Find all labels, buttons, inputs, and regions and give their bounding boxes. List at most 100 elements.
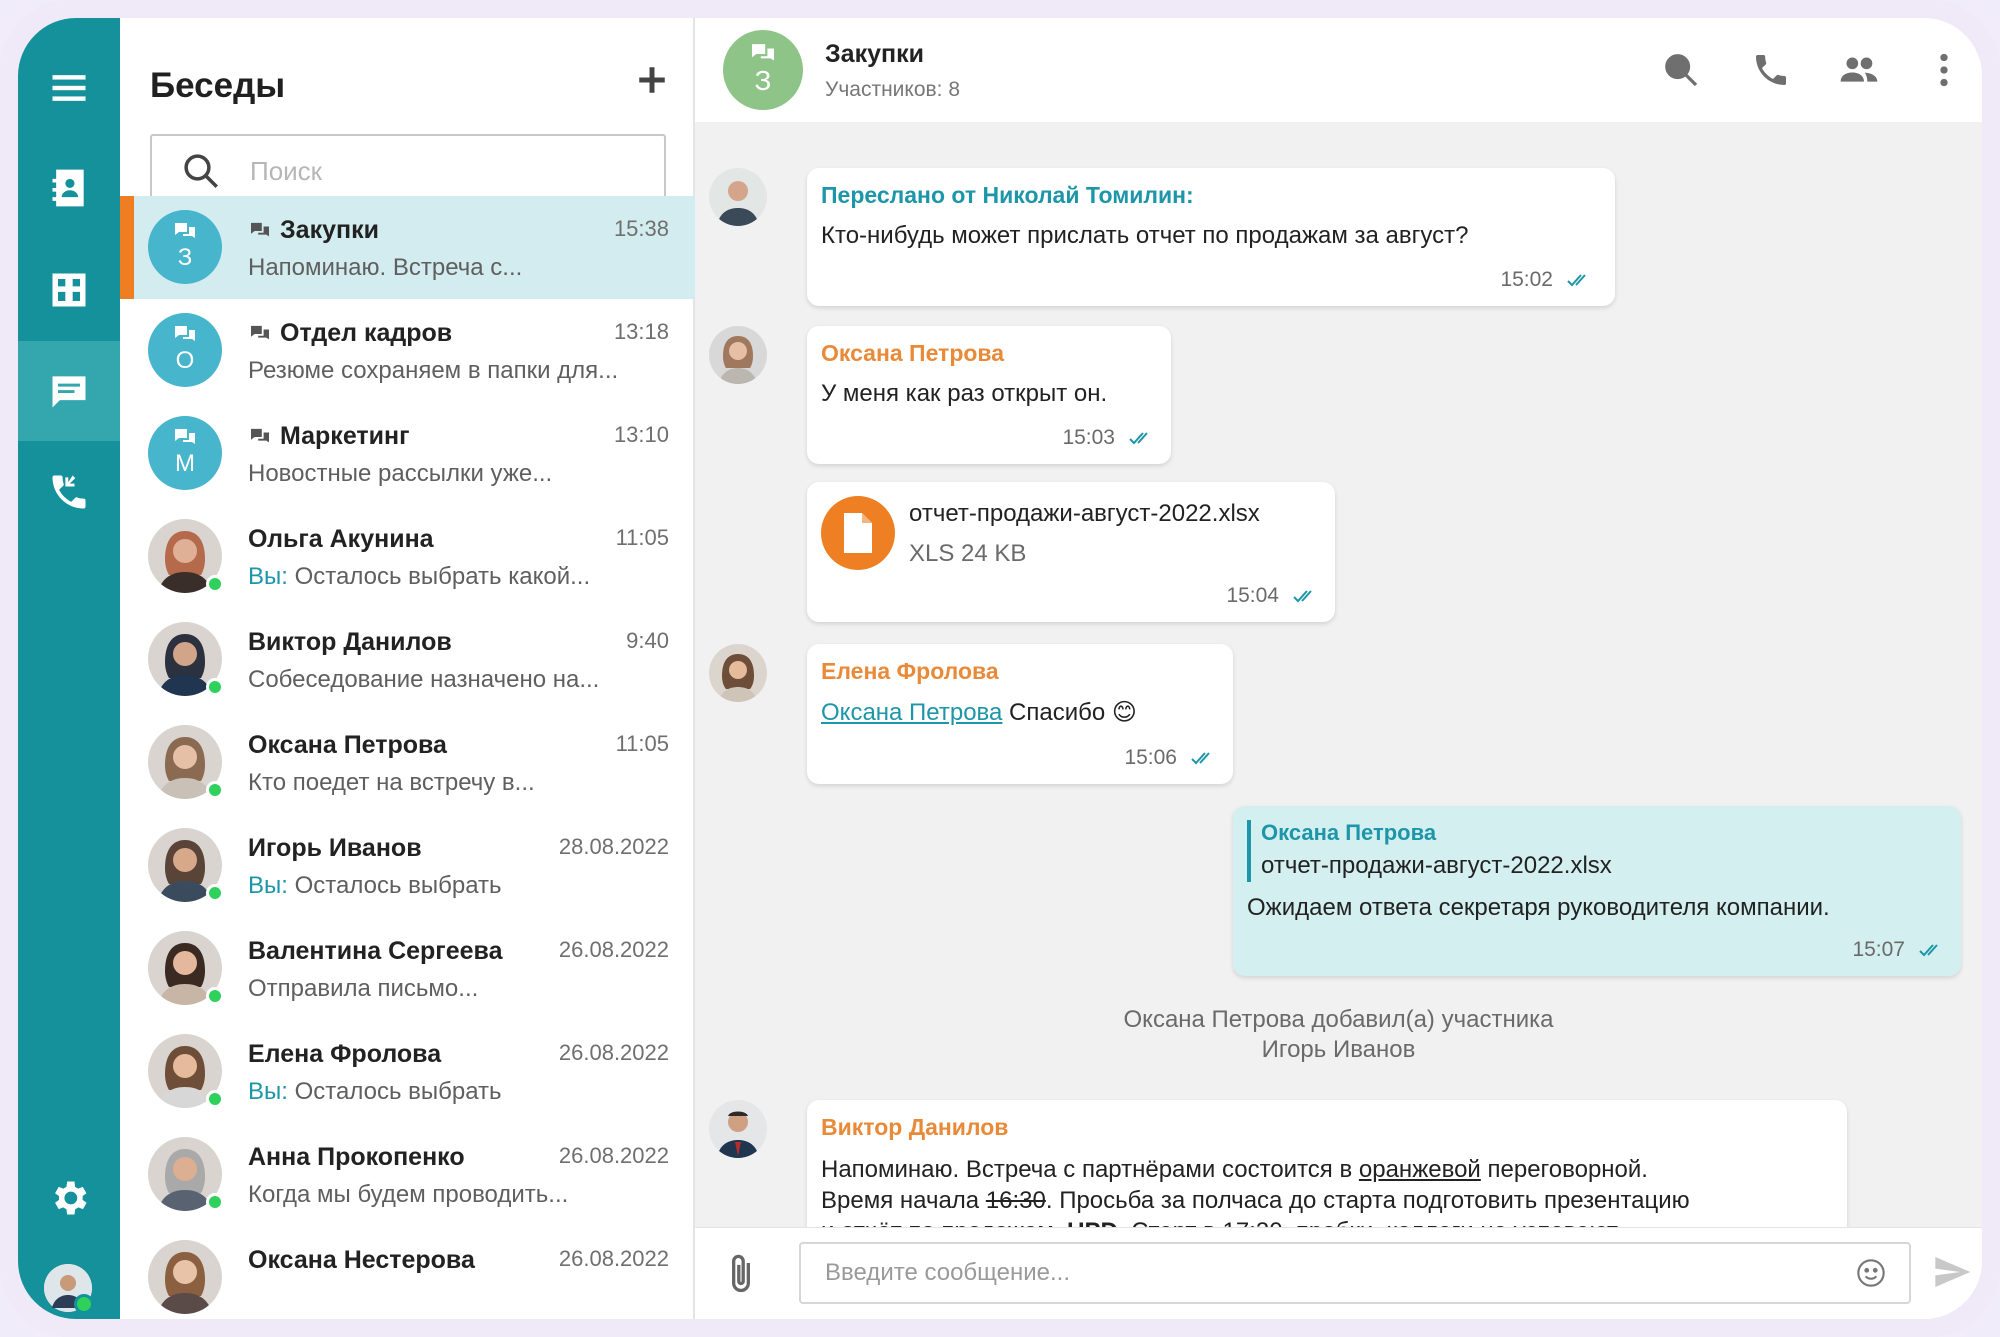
- conversation-time: 15:38: [613, 216, 669, 241]
- message-bubble[interactable]: Елена Фролова Оксана Петрова Спасибо 😊 1…: [807, 644, 1233, 784]
- conversation-time: 28.08.2022: [558, 834, 669, 859]
- conversation-item[interactable]: З Закупки 15:38 Напоминаю. Встреча с...: [120, 196, 695, 299]
- sender-avatar[interactable]: [709, 326, 767, 384]
- send-button[interactable]: [1931, 1252, 1975, 1296]
- calls-button[interactable]: [18, 442, 120, 542]
- message-input[interactable]: [801, 1259, 1855, 1287]
- conversation-name-text: Ольга Акунина: [248, 525, 434, 553]
- file-name[interactable]: отчет-продажи-август-2022.xlsx: [909, 500, 1260, 528]
- app-screen: Беседы З Закупки 15:38 Напоминаю. Встреча с…: [18, 18, 1982, 1319]
- conversation-name: Оксана Петрова: [248, 731, 447, 760]
- conversation-item[interactable]: Игорь Иванов 28.08.2022 Вы: Осталось выбра…: [120, 814, 695, 917]
- avatar-photo-icon: [709, 168, 767, 226]
- menu-button[interactable]: [18, 38, 120, 138]
- people-icon: [1840, 57, 1878, 82]
- quoted-text[interactable]: отчет-продажи-август-2022.xlsx: [1261, 852, 1612, 880]
- you-prefix: Вы:: [248, 872, 288, 899]
- group-initial: О: [175, 347, 195, 374]
- message-time: 15:02: [1500, 268, 1593, 292]
- mention-link[interactable]: Оксана Петрова: [821, 699, 1002, 726]
- message-text: Ожидаем ответа секретаря руководителя ко…: [1247, 894, 1830, 921]
- paperclip-icon: [732, 1254, 750, 1293]
- group-avatar: О: [148, 313, 222, 387]
- my-profile-avatar[interactable]: [44, 1264, 94, 1314]
- search-input[interactable]: [250, 155, 650, 187]
- conversation-item[interactable]: Елена Фролова 26.08.2022 Вы: Осталось выбр…: [120, 1020, 695, 1123]
- sender-name: Виктор Данилов: [821, 1114, 1009, 1140]
- structure-button[interactable]: [18, 240, 120, 340]
- participants-button[interactable]: [1833, 44, 1885, 96]
- chat-search-button[interactable]: [1655, 44, 1707, 96]
- more-options-button[interactable]: [1918, 44, 1970, 96]
- message-text-line: Напоминаю. Встреча с партнёрами состоитс…: [821, 1156, 1648, 1184]
- group-chat-icon: [752, 44, 774, 61]
- double-check-icon: [1293, 590, 1312, 603]
- conversation-time: 9:40: [626, 628, 669, 653]
- double-check-icon: [1567, 274, 1586, 287]
- message-text: У меня как раз открыт он.: [821, 380, 1108, 407]
- contact-avatar: [148, 1240, 222, 1314]
- file-message-bubble[interactable]: отчет-продажи-август-2022.xlsx XLS 24 KB…: [807, 482, 1335, 622]
- double-check-icon: [1191, 752, 1210, 765]
- conversation-item[interactable]: Валентина Сергеева 26.08.2022 Отправила пи…: [120, 917, 695, 1020]
- conversation-item[interactable]: Оксана Нестерова 26.08.2022: [120, 1226, 695, 1319]
- message-bubble[interactable]: Оксана Петрова У меня как раз открыт он.…: [807, 326, 1171, 464]
- group-chat-icon: [175, 429, 195, 444]
- message-time: 15:07: [1852, 938, 1945, 962]
- conversation-name-text: Игорь Иванов: [248, 834, 422, 862]
- conversation-name: Ольга Акунина: [248, 525, 434, 554]
- conversation-preview: Резюме сохраняем в папки для...: [248, 357, 668, 385]
- message-time-text: 15:02: [1500, 268, 1553, 291]
- conversation-name: Отдел кадров: [248, 319, 452, 348]
- settings-button[interactable]: [18, 1148, 120, 1248]
- group-initial: З: [177, 244, 193, 271]
- conversation-time: 11:05: [615, 525, 669, 550]
- new-conversation-button[interactable]: [628, 56, 676, 104]
- group-chat-icon: [251, 428, 269, 442]
- conversation-name-text: Оксана Петрова: [248, 731, 447, 759]
- chats-button[interactable]: [18, 341, 120, 441]
- message-bubble[interactable]: Переслано от Николай Томилин: Кто-нибудь…: [807, 168, 1615, 306]
- emoji-icon[interactable]: [1855, 1257, 1887, 1289]
- sender-avatar[interactable]: [709, 168, 767, 226]
- sender-avatar[interactable]: [709, 644, 767, 702]
- chat-group-avatar[interactable]: З: [723, 30, 803, 110]
- attach-button[interactable]: [723, 1252, 767, 1296]
- own-message-bubble[interactable]: Оксана Петрова отчет-продажи-август-2022…: [1233, 806, 1961, 976]
- message-input-box[interactable]: [799, 1242, 1911, 1304]
- conversation-item[interactable]: О Отдел кадров 13:18 Резюме сохраняем в пап…: [120, 299, 695, 402]
- preview-text: Новостные рассылки уже...: [248, 460, 553, 487]
- conversation-name-text: Валентина Сергеева: [248, 937, 503, 965]
- conversation-list-panel: Беседы З Закупки 15:38 Напоминаю. Встреча с…: [120, 18, 695, 1319]
- preview-text: Осталось выбрать: [287, 1078, 502, 1105]
- conversation-name-text: Анна Прокопенко: [248, 1143, 465, 1171]
- conversation-item[interactable]: Анна Прокопенко 26.08.2022 Когда мы будем …: [120, 1123, 695, 1226]
- message-time-text: 15:06: [1124, 746, 1177, 769]
- conversation-item[interactable]: Виктор Данилов 9:40 Собеседование назначен…: [120, 608, 695, 711]
- conversation-item[interactable]: Ольга Акунина 11:05 Вы: Осталось выбрать к…: [120, 505, 695, 608]
- contacts-button[interactable]: [18, 138, 120, 238]
- avatar-photo-icon: [709, 1100, 767, 1158]
- sender-avatar[interactable]: [709, 1100, 767, 1158]
- conversation-name: Виктор Данилов: [248, 628, 452, 657]
- conversation-time: 11:05: [615, 731, 669, 756]
- preview-text: Когда мы будем проводить...: [248, 1181, 569, 1208]
- conversation-item[interactable]: Оксана Петрова 11:05 Кто поедет на встречу…: [120, 711, 695, 814]
- group-chat-icon: [251, 222, 269, 236]
- message-time: 15:03: [1062, 426, 1155, 450]
- message-time: 15:06: [1124, 746, 1217, 770]
- conversation-time: 13:10: [613, 422, 669, 447]
- conversation-preview: Вы: Осталось выбрать: [248, 872, 668, 900]
- chat-participants-count: Участников: 8: [825, 78, 961, 101]
- conversation-name: Валентина Сергеева: [248, 937, 502, 966]
- search-icon: [1665, 54, 1698, 87]
- conversation-item[interactable]: М Маркетинг 13:10 Новостные рассылки уже...: [120, 402, 695, 505]
- quoted-sender: Оксана Петрова: [1261, 820, 1437, 845]
- online-status-dot: [206, 1090, 224, 1108]
- message-text: Кто-нибудь может прислать отчет по прода…: [821, 222, 1469, 249]
- chat-group-initial: З: [754, 65, 772, 96]
- call-button[interactable]: [1745, 44, 1797, 96]
- chat-title: Закупки: [825, 40, 924, 68]
- conversation-preview: Когда мы будем проводить...: [248, 1181, 668, 1209]
- sender-name: Оксана Петрова: [821, 340, 1005, 366]
